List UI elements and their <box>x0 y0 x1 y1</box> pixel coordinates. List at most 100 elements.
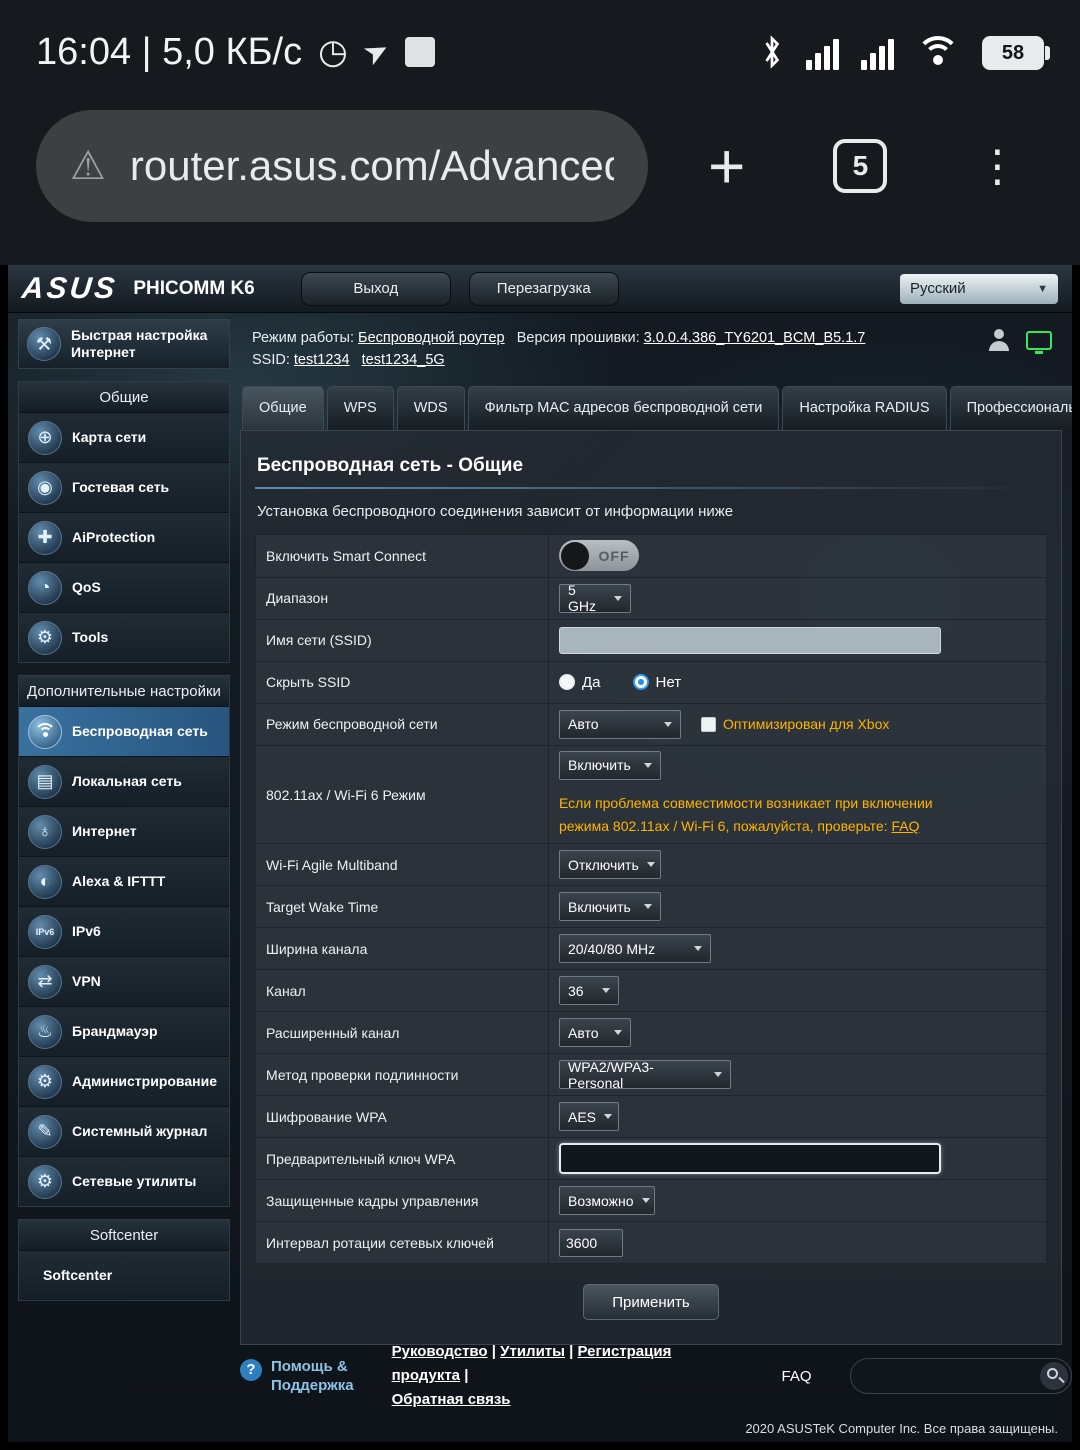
row-wpa-key: Предварительный ключ WPA <box>256 1137 1046 1179</box>
sidebar-item-guest-network[interactable]: ◉ Гостевая сеть <box>19 462 229 512</box>
sidebar-item-network-map[interactable]: ⊕ Карта сети <box>19 412 229 462</box>
auth-method-select[interactable]: WPA2/WPA3-Personal <box>559 1060 731 1089</box>
sidebar-item-label: AiProtection <box>72 529 155 547</box>
sidebar-item-firewall[interactable]: ♨ Брандмауэр <box>19 1006 229 1056</box>
ssid-24-link[interactable]: test1234 <box>294 352 350 368</box>
insecure-warning-icon: ⚠ <box>70 143 106 189</box>
sidebar-item-alexa-ifttt[interactable]: ◐ Alexa & IFTTT <box>19 856 229 906</box>
sidebar-item-wireless[interactable]: Беспроводная сеть <box>19 706 229 756</box>
operation-mode-link[interactable]: Беспроводной роутер <box>358 330 505 346</box>
sidebar: ⚒ Быстрая настройка Интернет Общие ⊕ Кар… <box>18 319 230 1345</box>
wireless-mode-select[interactable]: Авто <box>559 710 681 739</box>
url-bar[interactable]: ⚠ router.asus.com/Advanced <box>36 110 648 222</box>
clients-icon[interactable] <box>986 329 1012 351</box>
sidebar-item-qos[interactable]: ◔ QoS <box>19 562 229 612</box>
ssid-input[interactable] <box>559 627 941 654</box>
sidebar-item-aiprotection[interactable]: ✚ AiProtection <box>19 512 229 562</box>
lan-icon: ▤ <box>28 765 62 799</box>
select-value: Включить <box>568 757 631 773</box>
checkbox-icon <box>701 717 716 732</box>
protected-frames-select[interactable]: Возможно <box>559 1186 655 1215</box>
usb-monitor-icon[interactable] <box>1026 331 1052 350</box>
channel-select[interactable]: 36 <box>559 976 619 1005</box>
sidebar-item-vpn[interactable]: ⇄ VPN <box>19 956 229 1006</box>
toggle-knob <box>561 542 589 570</box>
field-label: Метод проверки подлинности <box>256 1054 548 1095</box>
tab-wds[interactable]: WDS <box>397 386 465 430</box>
band-select[interactable]: 5 GHz <box>559 584 631 613</box>
sidebar-item-label: IPv6 <box>72 923 101 941</box>
agile-multiband-select[interactable]: Отключить <box>559 850 661 879</box>
new-tab-button[interactable]: + <box>708 134 745 198</box>
logout-button[interactable]: Выход <box>301 272 451 306</box>
row-key-rotation: Интервал ротации сетевых ключей <box>256 1221 1046 1263</box>
sidebar-item-network-tools[interactable]: ⚙ Сетевые утилиты <box>19 1156 229 1206</box>
sidebar-item-quick-setup[interactable]: ⚒ Быстрая настройка Интернет <box>18 319 230 369</box>
settings-table: Включить Smart Connect OFF Диапазон 5 GH… <box>255 534 1047 1264</box>
hide-ssid-yes-radio[interactable]: Да <box>559 674 601 691</box>
shield-icon: ✚ <box>28 521 62 555</box>
row-hide-ssid: Скрыть SSID Да Нет <box>256 661 1046 703</box>
status-bar: 16:04 | 5,0 КБ/с ◷ ➤ 58 <box>36 16 1044 88</box>
faq-search-input[interactable] <box>850 1358 1072 1394</box>
tab-general[interactable]: Общие <box>242 386 324 430</box>
search-button[interactable] <box>1040 1362 1068 1390</box>
browser-chrome: 16:04 | 5,0 КБ/с ◷ ➤ 58 ⚠ router.asus.co… <box>0 0 1080 265</box>
field-label: Шифрование WPA <box>256 1096 548 1137</box>
firmware-version-link[interactable]: 3.0.0.4.386_TY6201_BCM_B5.1.7 <box>644 330 866 346</box>
sidebar-item-label: Брандмауэр <box>72 1023 158 1041</box>
language-value: Русский <box>910 280 966 297</box>
sidebar-item-ipv6[interactable]: IPv6 IPv6 <box>19 906 229 956</box>
key-rotation-input[interactable] <box>559 1229 623 1257</box>
sidebar-item-label: Tools <box>72 629 108 647</box>
target-wake-time-select[interactable]: Включить <box>559 892 661 921</box>
section-title: Дополнительные настройки <box>19 676 229 706</box>
utilities-link[interactable]: Утилиты <box>500 1343 565 1360</box>
sidebar-item-label: Системный журнал <box>72 1123 207 1141</box>
utilities-icon: ⚙ <box>28 1165 62 1199</box>
sidebar-item-lan[interactable]: ▤ Локальная сеть <box>19 756 229 806</box>
sidebar-item-administration[interactable]: ⚙ Администрирование <box>19 1056 229 1106</box>
apply-button[interactable]: Применить <box>583 1284 719 1320</box>
language-select[interactable]: Русский ▼ <box>900 274 1058 304</box>
reboot-button[interactable]: Перезагрузка <box>469 272 619 306</box>
field-label: Режим беспроводной сети <box>256 704 548 745</box>
page-description: Установка беспроводного соединения завис… <box>257 503 1047 520</box>
wpa-encryption-select[interactable]: AES <box>559 1102 619 1131</box>
ssid-5-link[interactable]: test1234_5G <box>362 352 445 368</box>
asus-logo: ASUS <box>20 272 119 306</box>
settings-panel: Беспроводная сеть - Общие Установка бесп… <box>240 430 1062 1345</box>
xbox-optimized-checkbox[interactable]: Оптимизирован для Xbox <box>701 716 889 732</box>
sidebar-item-system-log[interactable]: ✎ Системный журнал <box>19 1106 229 1156</box>
sidebar-item-label: Интернет <box>72 823 137 841</box>
hide-ssid-no-radio[interactable]: Нет <box>633 674 682 691</box>
field-label: Wi-Fi Agile Multiband <box>256 844 548 885</box>
wifi6-compatibility-note: Если проблема совместимости возникает пр… <box>559 792 933 838</box>
sidebar-item-softcenter[interactable]: Softcenter <box>19 1250 229 1300</box>
sidebar-item-tools[interactable]: ⚙ Tools <box>19 612 229 662</box>
smart-connect-toggle[interactable]: OFF <box>559 540 639 571</box>
main-content: Режим работы: Беспроводной роутер Версия… <box>240 319 1062 1345</box>
select-value: 5 GHz <box>568 582 606 614</box>
search-icon <box>1047 1368 1058 1379</box>
help-support[interactable]: ? Помощь & Поддержка <box>240 1357 354 1396</box>
tab-wps[interactable]: WPS <box>327 386 394 430</box>
feedback-link[interactable]: Обратная связь <box>392 1391 511 1408</box>
tab-mac-filter[interactable]: Фильтр MAC адресов беспроводной сети <box>468 386 780 430</box>
row-protected-frames: Защищенные кадры управления Возможно <box>256 1179 1046 1221</box>
row-band: Диапазон 5 GHz <box>256 577 1046 619</box>
wpa-key-input[interactable] <box>559 1143 941 1174</box>
wifi6-mode-select[interactable]: Включить <box>559 751 661 780</box>
faq-link[interactable]: FAQ <box>891 818 919 834</box>
ipv6-icon: IPv6 <box>28 915 62 949</box>
sidebar-item-wan[interactable]: ♁ Интернет <box>19 806 229 856</box>
browser-menu-button[interactable]: ⋮ <box>975 141 1019 192</box>
manual-link[interactable]: Руководство <box>392 1343 488 1360</box>
tab-radius[interactable]: Настройка RADIUS <box>782 386 946 430</box>
tab-switcher-button[interactable]: 5 <box>833 139 887 193</box>
channel-width-select[interactable]: 20/40/80 MHz <box>559 934 711 963</box>
extension-channel-select[interactable]: Авто <box>559 1018 631 1047</box>
field-label: Интервал ротации сетевых ключей <box>256 1222 548 1263</box>
wireless-icon <box>28 715 62 749</box>
tab-professional[interactable]: Профессионально <box>950 386 1072 430</box>
